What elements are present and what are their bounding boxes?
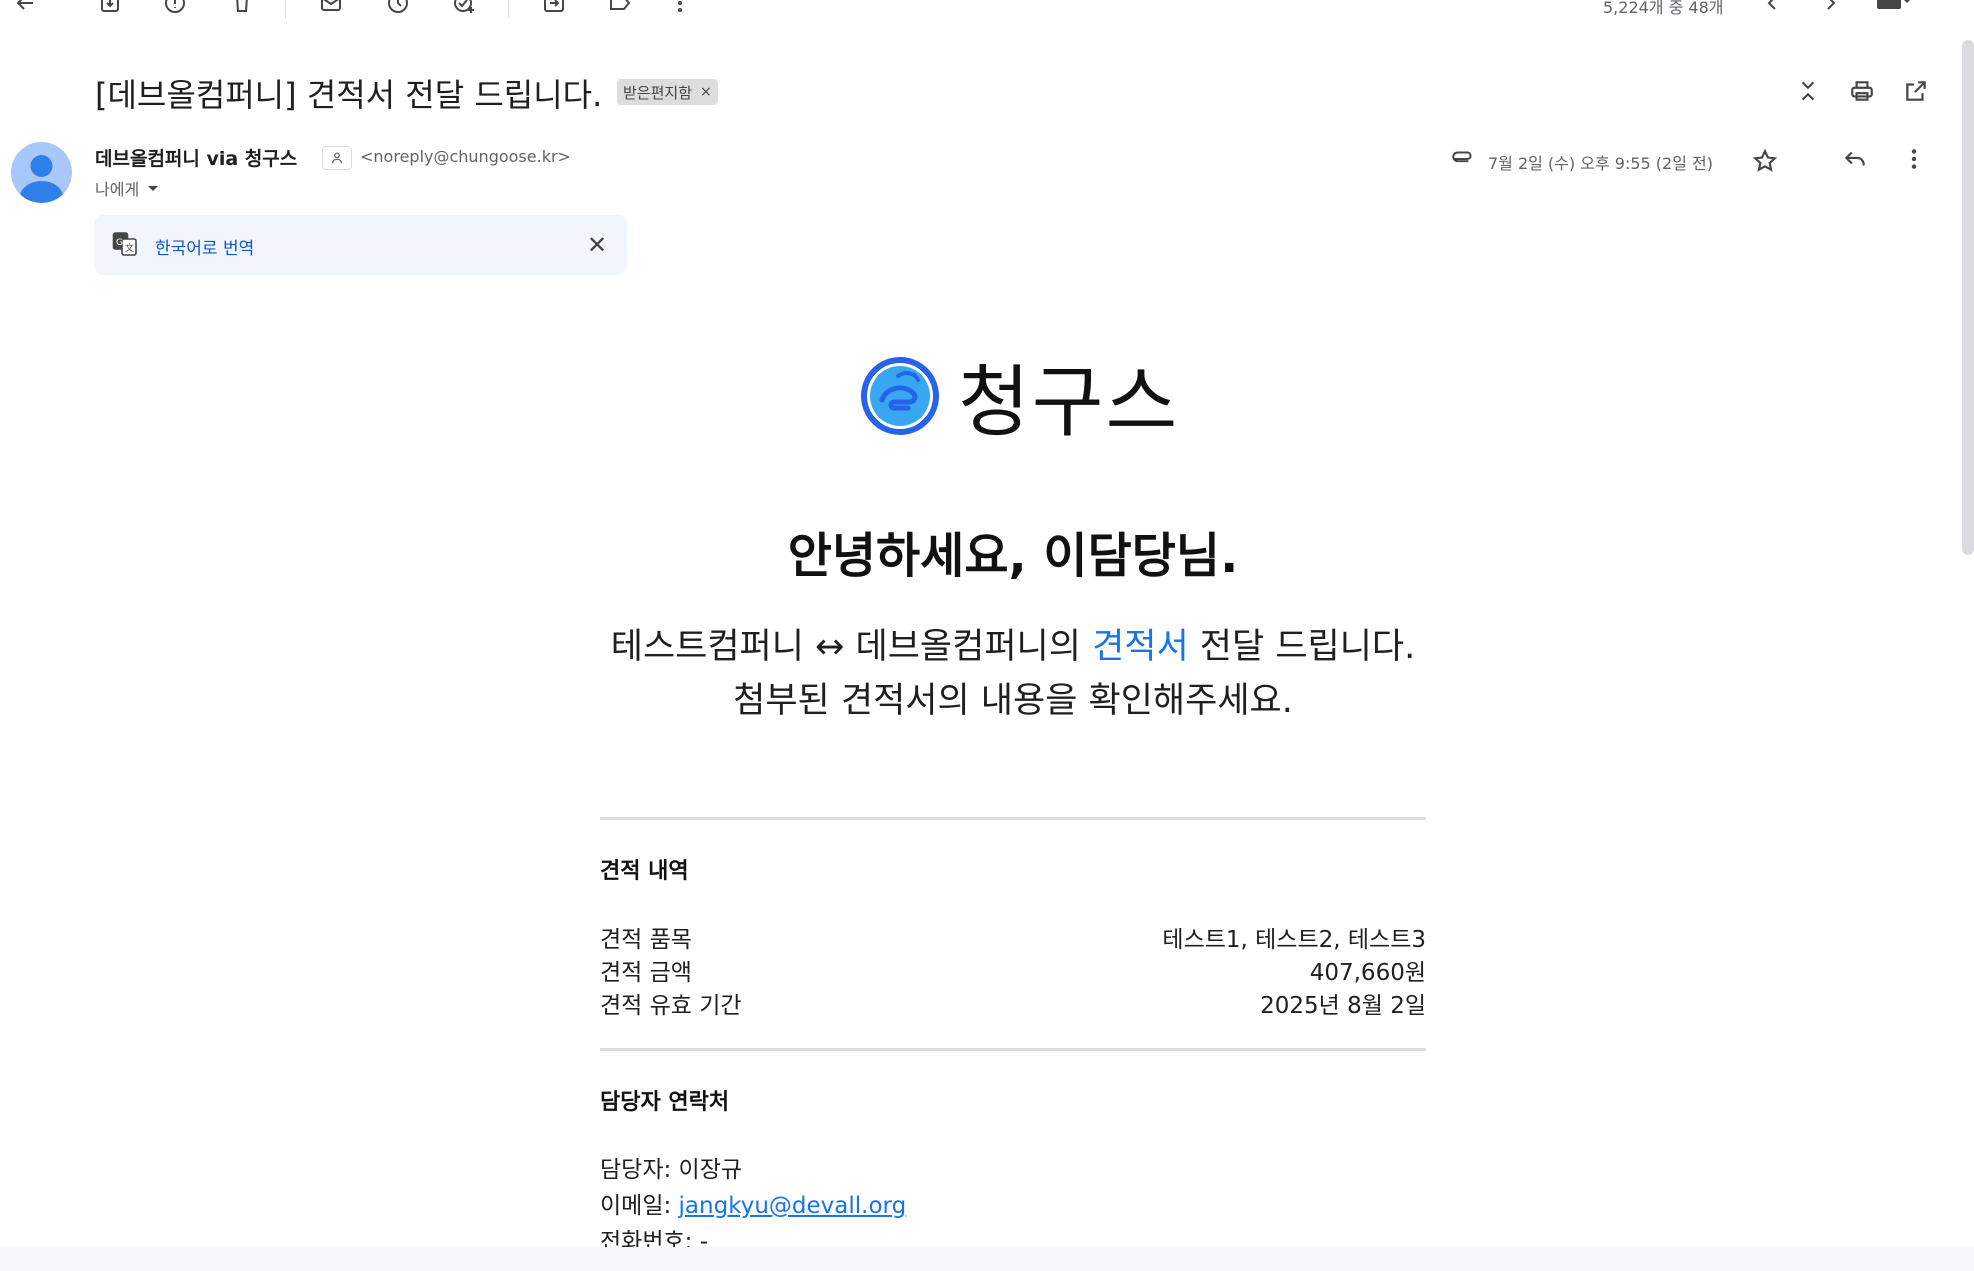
toolbar-divider — [285, 0, 286, 18]
quote-row-label: 견적 품목 — [600, 927, 692, 953]
quote-row-label: 견적 금액 — [600, 960, 692, 986]
greeting-heading: 안녕하세요, 이담당님. — [787, 528, 1239, 584]
report-spam-icon[interactable] — [162, 0, 188, 16]
quote-row-value: 407,660원 — [1309, 960, 1426, 986]
quote-row: 견적 유효 기간 2025년 8월 2일 — [600, 986, 1426, 1020]
snooze-icon[interactable] — [385, 0, 411, 16]
print-icon[interactable] — [1847, 76, 1877, 106]
chungoose-logo-icon — [861, 357, 939, 435]
svg-text:G: G — [116, 238, 123, 248]
archive-icon[interactable] — [97, 0, 123, 16]
contact-email-label: 이메일: — [600, 1193, 679, 1219]
newer-chevron-icon[interactable] — [1759, 0, 1785, 16]
inbox-label-chip[interactable]: 받은편지함 × — [617, 79, 718, 105]
contact-name-label: 담당자: — [600, 1157, 679, 1183]
contact-section-title: 담당자 연락처 — [600, 1090, 730, 1115]
quote-row: 견적 금액 407,660원 — [600, 953, 1426, 987]
open-in-new-window-icon[interactable] — [1901, 76, 1931, 106]
intro-line-1: 테스트컴퍼니 ↔ 데브올컴퍼니의 견적서 전달 드립니다. — [0, 620, 1974, 674]
quote-row-label: 견적 유효 기간 — [600, 993, 742, 1019]
quote-row-value: 2025년 8월 2일 — [1260, 993, 1426, 1019]
intro-paragraph: 테스트컴퍼니 ↔ 데브올컴퍼니의 견적서 전달 드립니다. 첨부된 견적서의 내… — [0, 620, 1974, 728]
contact-email-link[interactable]: jangkyu@devall.org — [679, 1193, 907, 1219]
more-options-icon[interactable] — [1899, 144, 1929, 174]
delete-icon[interactable] — [229, 0, 255, 16]
sender-name[interactable]: 데브올컴퍼니 via 청구스 — [95, 144, 297, 171]
label-chip-text: 받은편지함 — [623, 83, 693, 102]
move-to-icon[interactable] — [541, 0, 567, 16]
pagination-counter: 5,224개 중 48개 — [1603, 0, 1724, 17]
older-chevron-icon[interactable] — [1818, 0, 1844, 16]
reply-icon[interactable] — [1840, 144, 1870, 174]
back-arrow-icon[interactable] — [12, 0, 38, 16]
intro-text-1: 테스트컴퍼니 ↔ 데브올컴퍼니의 — [610, 627, 1093, 667]
attachment-icon — [1448, 144, 1478, 174]
chevron-down-icon — [148, 186, 159, 191]
section-divider — [600, 817, 1426, 820]
person-icon — [19, 155, 64, 203]
intro-text-2: 전달 드립니다. — [1188, 627, 1416, 667]
quote-section-title: 견적 내역 — [600, 859, 689, 884]
quote-row: 견적 품목 테스트1, 테스트2, 테스트3 — [600, 920, 1426, 954]
email-date: 7월 2일 (수) 오후 9:55 (2일 전) — [1488, 154, 1713, 173]
collapse-all-icon[interactable] — [1793, 76, 1823, 106]
star-icon[interactable] — [1750, 146, 1780, 176]
translate-icon: G 文 — [112, 231, 138, 257]
translate-to-korean-link[interactable]: 한국어로 번역 — [155, 234, 254, 259]
contact-email-line: 이메일: jangkyu@devall.org — [600, 1186, 906, 1220]
translate-close-icon[interactable]: ✕ — [584, 231, 610, 259]
sender-email: <noreply@chungoose.kr> — [360, 147, 571, 166]
add-task-icon[interactable] — [451, 0, 477, 16]
chungoose-logo: 청구스 — [860, 340, 1179, 452]
vertical-scrollbar[interactable] — [1962, 40, 1974, 555]
mark-unread-icon[interactable] — [318, 0, 344, 16]
quote-row-value: 테스트1, 테스트2, 테스트3 — [1162, 927, 1426, 953]
logo-text: 청구스 — [958, 358, 1180, 448]
recipients-dropdown[interactable]: 나에게 — [95, 176, 159, 200]
section-divider — [600, 1048, 1426, 1051]
email-subject: [데브올컴퍼니] 견적서 전달 드립니다. — [95, 76, 603, 114]
remove-label-icon[interactable]: × — [700, 84, 712, 100]
quote-link[interactable]: 견적서 — [1092, 627, 1189, 667]
label-icon[interactable] — [607, 0, 633, 16]
translate-bar: G 文 한국어로 번역 ✕ — [95, 215, 627, 275]
svg-text:文: 文 — [125, 242, 134, 254]
sender-info-icon[interactable] — [322, 146, 352, 170]
keyboard-icon[interactable] — [1873, 0, 1913, 16]
more-vert-icon[interactable] — [667, 0, 693, 16]
bottom-bar — [0, 1247, 1974, 1271]
intro-line-2: 첨부된 견적서의 내용을 확인해주세요. — [733, 681, 1293, 721]
toolbar-divider — [508, 0, 509, 18]
contact-name-line: 담당자: 이장규 — [600, 1150, 742, 1184]
contact-name: 이장규 — [678, 1157, 743, 1183]
sender-avatar[interactable] — [11, 142, 72, 203]
recipients-label: 나에게 — [95, 180, 140, 199]
